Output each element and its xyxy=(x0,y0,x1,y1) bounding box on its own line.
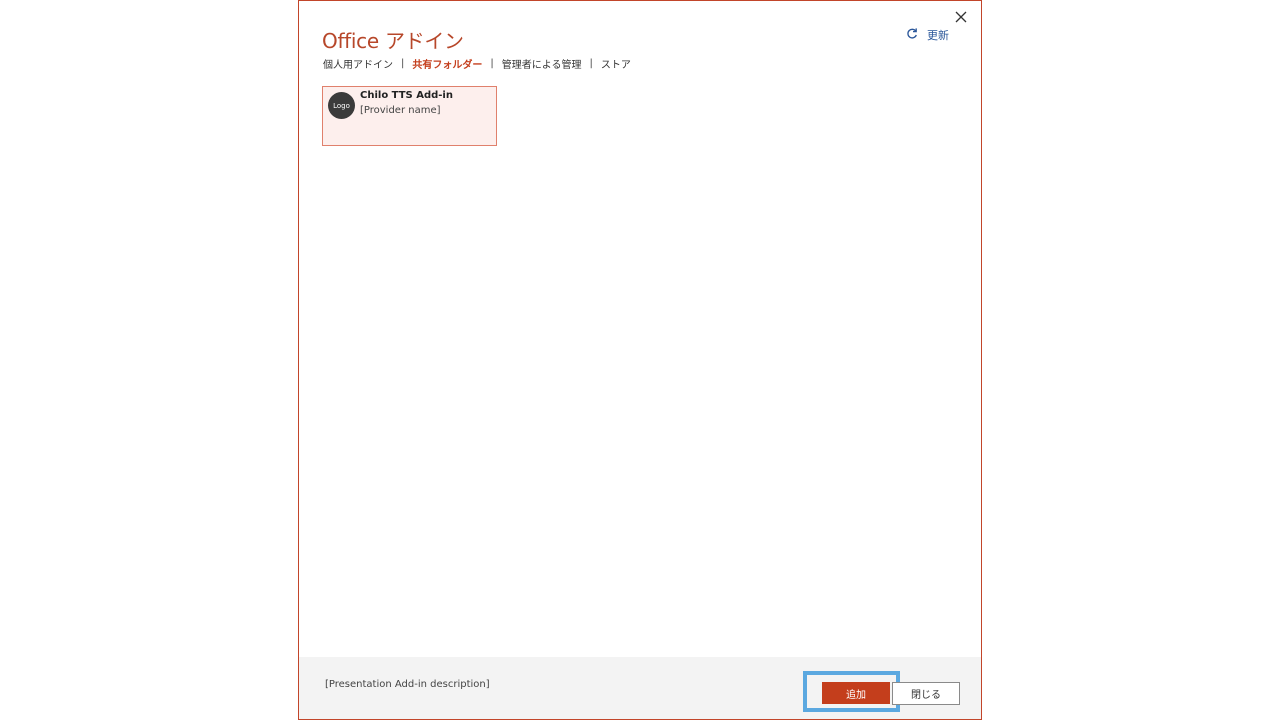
addin-name: Chilo TTS Add-in xyxy=(360,90,453,101)
addin-card[interactable]: Logo Chilo TTS Add-in [Provider name] xyxy=(322,86,497,146)
tab-separator: | xyxy=(589,58,593,69)
close-icon xyxy=(955,8,967,27)
close-button[interactable] xyxy=(950,6,972,28)
office-addins-dialog: Office アドイン 更新 個人用アドイン | 共有フォルダー | 管理者によ… xyxy=(298,0,982,720)
addin-logo: Logo xyxy=(328,92,355,119)
refresh-label: 更新 xyxy=(927,29,949,42)
addin-description: [Presentation Add-in description] xyxy=(325,679,490,690)
refresh-button[interactable]: 更新 xyxy=(906,27,949,43)
tab-shared-folder[interactable]: 共有フォルダー xyxy=(412,56,482,71)
add-button[interactable]: 追加 xyxy=(822,682,890,704)
tab-admin-managed[interactable]: 管理者による管理 xyxy=(502,56,582,71)
refresh-icon xyxy=(906,27,918,43)
tab-separator: | xyxy=(401,58,405,69)
close-dialog-button[interactable]: 閉じる xyxy=(892,682,960,705)
addin-provider: [Provider name] xyxy=(360,105,441,116)
tab-separator: | xyxy=(490,58,494,69)
tab-my-addins[interactable]: 個人用アドイン xyxy=(323,56,393,71)
tab-store[interactable]: ストア xyxy=(601,56,631,71)
dialog-title: Office アドイン xyxy=(322,29,464,53)
category-tabs: 個人用アドイン | 共有フォルダー | 管理者による管理 | ストア xyxy=(323,56,631,71)
dialog-footer: [Presentation Add-in description] 追加 閉じる xyxy=(299,657,981,719)
